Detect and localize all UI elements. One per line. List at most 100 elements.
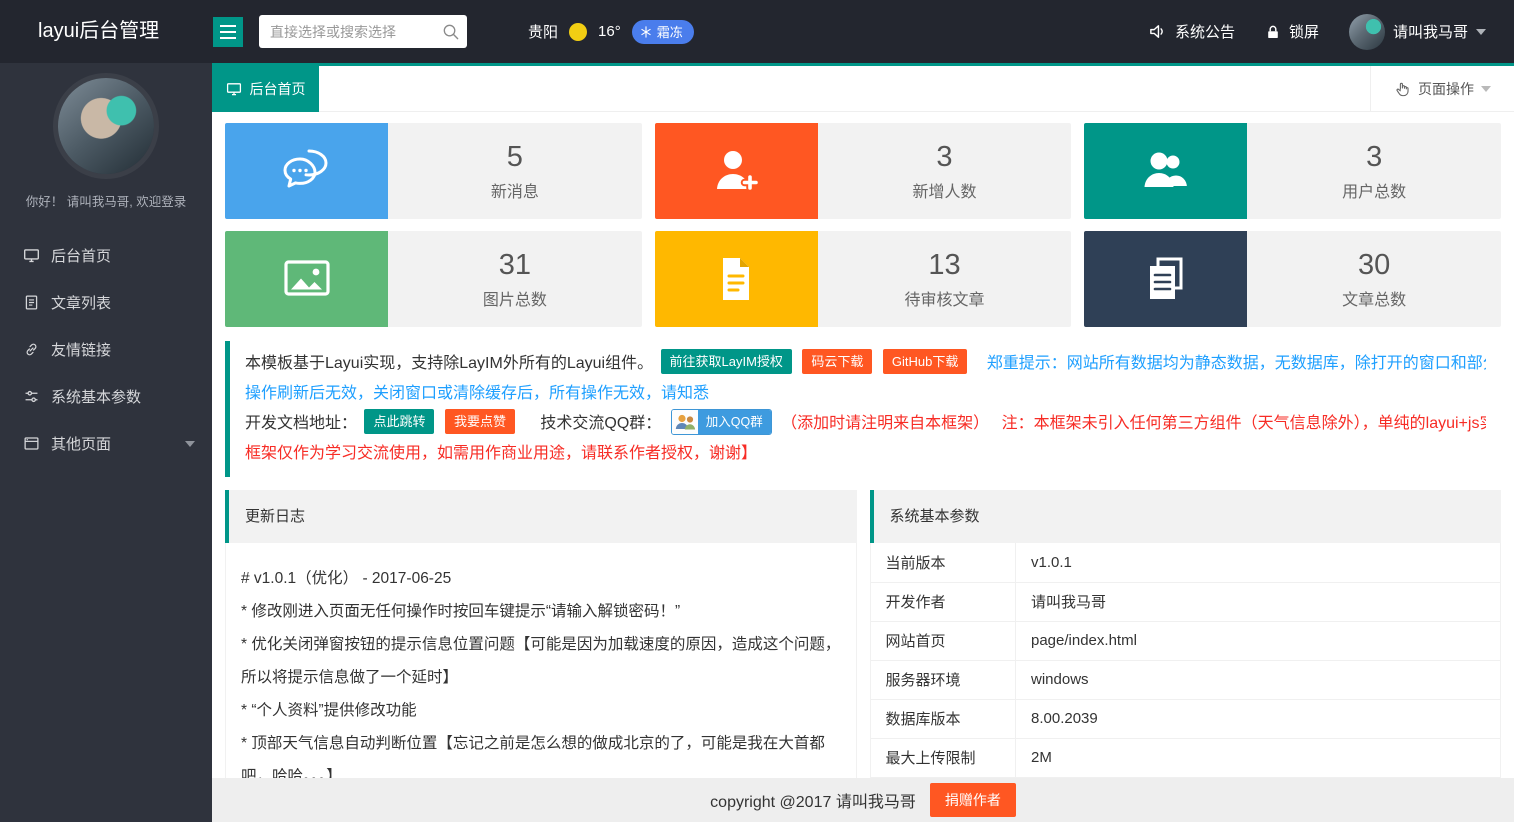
stat-label: 图片总数 xyxy=(483,286,547,310)
stat-card-new-messages: 5 新消息 xyxy=(225,123,642,219)
app-title: layui后台管理 xyxy=(38,0,159,63)
stat-label: 待审核文章 xyxy=(904,286,984,310)
changelog-line: * 优化关闭弹窗按钮的提示信息位置问题【可能是因为加载速度的原因，造成这个问题，… xyxy=(241,628,841,694)
stat-label: 新增人数 xyxy=(912,178,976,202)
article-icon xyxy=(23,294,40,311)
pages-icon xyxy=(23,435,40,452)
sidebar: 你好！ 请叫我马哥, 欢迎登录 后台首页 文章列表 友情链接 系统基本参数 其他… xyxy=(0,63,212,822)
stat-value: 31 xyxy=(499,249,531,282)
speaker-icon xyxy=(1148,22,1167,41)
stats-cards: 5 新消息 3 新增人数 3 用户总数 xyxy=(225,123,1501,327)
changelog-panel: 更新日志 # v1.0.1（优化） - 2017-06-25 * 修改刚进入页面… xyxy=(225,490,857,778)
sidebar-avatar[interactable] xyxy=(58,78,154,174)
changelog-line: * “个人资料”提供修改功能 xyxy=(241,694,841,727)
system-announcement-button[interactable]: 系统公告 xyxy=(1148,21,1235,42)
changelog-body: # v1.0.1（优化） - 2017-06-25 * 修改刚进入页面无任何操作… xyxy=(225,543,857,778)
notice-text: 本模板基于Layui实现，支持除LayIM外所有的Layui组件。 xyxy=(245,355,653,372)
sun-icon xyxy=(569,23,587,41)
sysparams-panel: 系统基本参数 当前版本 v1.0.1 开发作者 请叫我马哥 网站首页 page/… xyxy=(870,490,1502,778)
table-row: 数据库版本 8.00.2039 xyxy=(871,699,1501,738)
donate-button[interactable]: 捐赠作者 xyxy=(930,783,1016,817)
changelog-line: # v1.0.1（优化） - 2017-06-25 xyxy=(241,562,841,595)
chevron-down-icon xyxy=(185,441,195,447)
hand-pointer-icon xyxy=(1394,81,1411,98)
table-row: 开发作者 请叫我马哥 xyxy=(871,582,1501,621)
changelog-line: * 顶部天气信息自动判断位置【忘记之前是怎么想的做成北京的了，可能是我在大首都吧… xyxy=(241,727,841,778)
footer: copyright @2017 请叫我马哥 捐赠作者 xyxy=(212,778,1514,822)
chevron-down-icon xyxy=(1476,29,1486,35)
sidebar-item-sysparams[interactable]: 系统基本参数 xyxy=(0,373,212,420)
stat-label: 新消息 xyxy=(491,178,539,202)
sidebar-item-links[interactable]: 友情链接 xyxy=(0,326,212,373)
stat-card-pending-articles: 13 待审核文章 xyxy=(655,231,1072,327)
chevron-down-icon xyxy=(1481,86,1491,92)
quick-search xyxy=(259,15,467,48)
documents-icon xyxy=(1140,253,1192,305)
user-add-icon xyxy=(710,145,762,197)
notice-block: 本模板基于Layui实现，支持除LayIM外所有的Layui组件。 前往获取La… xyxy=(225,341,1501,477)
monitor-icon xyxy=(226,81,242,97)
lock-icon xyxy=(1265,24,1281,40)
notice-red-note-2: 注：本框架未引入任何第三方组件（天气信息除外），单纯的layui+js实现的各种… xyxy=(1002,415,1486,432)
qq-group-label: 技术交流QQ群： xyxy=(540,415,661,432)
sidebar-item-home[interactable]: 后台首页 xyxy=(0,232,212,279)
link-icon xyxy=(23,341,40,358)
gitee-download-button[interactable]: 码云下载 xyxy=(802,349,872,374)
table-row: 当前版本 v1.0.1 xyxy=(871,543,1501,582)
weather-city: 贵阳 xyxy=(528,21,558,42)
stat-value: 5 xyxy=(507,141,523,174)
stat-card-total-articles: 30 文章总数 xyxy=(1084,231,1501,327)
lock-screen-button[interactable]: 锁屏 xyxy=(1265,21,1319,42)
changelog-line: * 修改刚进入页面无任何操作时按回车键提示“请输入解锁密码！” xyxy=(241,595,841,628)
stat-value: 3 xyxy=(1366,141,1382,174)
stat-label: 用户总数 xyxy=(1342,178,1406,202)
sysparams-table: 当前版本 v1.0.1 开发作者 请叫我马哥 网站首页 page/index.h… xyxy=(871,543,1501,778)
table-row: 网站首页 page/index.html xyxy=(871,621,1501,660)
sidebar-menu: 后台首页 文章列表 友情链接 系统基本参数 其他页面 xyxy=(0,232,212,467)
user-menu[interactable]: 请叫我马哥 xyxy=(1349,14,1486,50)
monitor-icon xyxy=(23,247,40,264)
notice-red-note: （添加时请注明来自本框架） xyxy=(781,415,989,432)
tab-bar: 后台首页 页面操作 xyxy=(212,66,1514,112)
notice-warning-blue-2: 操作刷新后无效，关闭窗口或清除缓存后，所有操作无效，请知悉 xyxy=(245,385,709,402)
stat-card-total-images: 31 图片总数 xyxy=(225,231,642,327)
sidebar-greeting: 你好！ 请叫我马哥, 欢迎登录 xyxy=(0,191,212,210)
join-qq-group-button[interactable]: 加入QQ群 xyxy=(671,409,772,435)
sidebar-item-other-pages[interactable]: 其他页面 xyxy=(0,420,212,467)
notice-red-note-3: 框架仅作为学习交流使用，如需用作商业用途，请联系作者授权，谢谢】 xyxy=(245,445,757,462)
frost-icon xyxy=(640,26,652,38)
weather-condition-badge: 霜冻 xyxy=(632,20,694,44)
top-header: layui后台管理 贵阳 16° 霜冻 系统公告 锁屏 请叫我马哥 xyxy=(0,0,1514,63)
tab-dashboard[interactable]: 后台首页 xyxy=(212,66,319,112)
user-avatar xyxy=(1349,14,1385,50)
stat-value: 3 xyxy=(936,141,952,174)
hamburger-menu-button[interactable] xyxy=(213,17,243,47)
search-input[interactable] xyxy=(259,15,467,48)
weather-temp: 16° xyxy=(598,23,621,40)
stat-card-new-users: 3 新增人数 xyxy=(655,123,1072,219)
notice-warning-blue: 郑重提示：网站所有数据均为静态数据，无数据库，除打开的窗口和部分小改动外所有 xyxy=(987,355,1486,372)
changelog-title: 更新日志 xyxy=(225,490,857,543)
stat-value: 30 xyxy=(1358,249,1390,282)
stat-value: 13 xyxy=(928,249,960,282)
settings-icon xyxy=(23,388,40,405)
stat-card-total-users: 3 用户总数 xyxy=(1084,123,1501,219)
panels-row: 更新日志 # v1.0.1（优化） - 2017-06-25 * 修改刚进入页面… xyxy=(225,490,1501,778)
table-row: 服务器环境 windows xyxy=(871,660,1501,699)
like-button[interactable]: 我要点赞 xyxy=(445,409,515,434)
docs-jump-button[interactable]: 点此跳转 xyxy=(364,409,434,434)
page-actions-dropdown[interactable]: 页面操作 xyxy=(1370,66,1514,112)
main-content: 5 新消息 3 新增人数 3 用户总数 xyxy=(212,113,1514,778)
qq-avatars-icon xyxy=(672,410,698,434)
weather-widget: 贵阳 16° 霜冻 xyxy=(528,0,694,63)
document-icon xyxy=(710,253,762,305)
github-download-button[interactable]: GitHub下载 xyxy=(883,349,967,374)
image-icon xyxy=(281,253,333,305)
layim-auth-button[interactable]: 前往获取LayIM授权 xyxy=(661,349,792,374)
sidebar-item-articles[interactable]: 文章列表 xyxy=(0,279,212,326)
sysparams-body: 当前版本 v1.0.1 开发作者 请叫我马哥 网站首页 page/index.h… xyxy=(870,543,1502,778)
search-icon[interactable] xyxy=(441,22,460,46)
users-icon xyxy=(1140,145,1192,197)
chat-icon xyxy=(281,145,333,197)
hamburger-icon xyxy=(220,25,236,27)
